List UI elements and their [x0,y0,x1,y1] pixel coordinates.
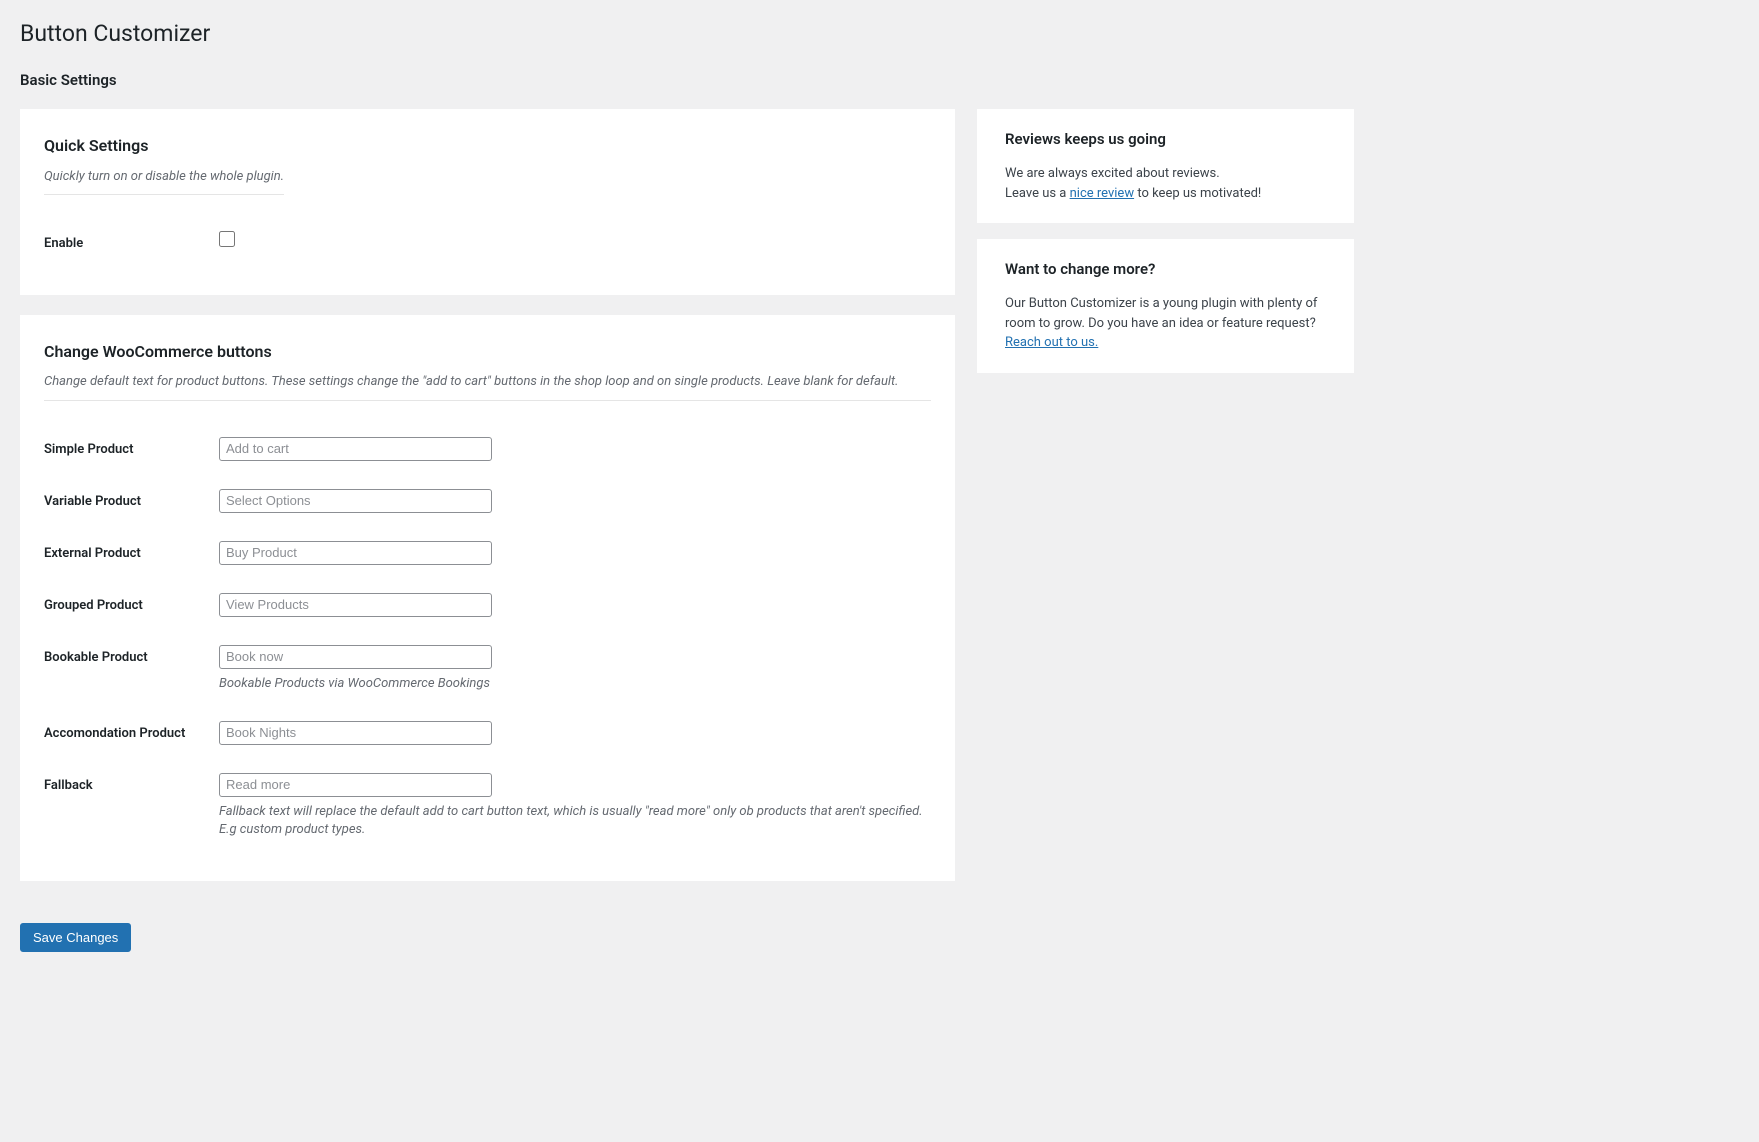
bookable-product-label: Bookable Product [44,645,219,667]
accommodation-product-input[interactable] [219,721,492,745]
variable-product-input[interactable] [219,489,492,513]
enable-label: Enable [44,231,219,253]
bookable-help-text: Bookable Products via WooCommerce Bookin… [219,675,931,693]
variable-product-label: Variable Product [44,489,219,511]
reach-out-link[interactable]: Reach out to us. [1005,335,1098,350]
nice-review-link[interactable]: nice review [1070,186,1134,201]
reviews-line2-prefix: Leave us a [1005,186,1070,201]
change-more-card: Want to change more? Our Button Customiz… [977,239,1354,373]
change-more-text: Our Button Customizer is a young plugin … [1005,296,1317,331]
woo-buttons-title: Change WooCommerce buttons [44,341,931,363]
section-heading: Basic Settings [20,70,1739,91]
grouped-product-label: Grouped Product [44,593,219,615]
bookable-product-input[interactable] [219,645,492,669]
reviews-line2-suffix: to keep us motivated! [1134,186,1261,201]
quick-settings-card: Quick Settings Quickly turn on or disabl… [20,109,955,295]
quick-settings-subtitle: Quickly turn on or disable the whole plu… [44,168,284,195]
reviews-card: Reviews keeps us going We are always exc… [977,109,1354,223]
page-title: Button Customizer [20,18,1739,50]
fallback-input[interactable] [219,773,492,797]
simple-product-label: Simple Product [44,437,219,459]
external-product-label: External Product [44,541,219,563]
simple-product-input[interactable] [219,437,492,461]
quick-settings-title: Quick Settings [44,135,931,157]
change-more-title: Want to change more? [1005,259,1326,280]
woo-buttons-card: Change WooCommerce buttons Change defaul… [20,315,955,881]
woo-buttons-subtitle: Change default text for product buttons.… [44,373,931,400]
accommodation-product-label: Accomondation Product [44,721,219,743]
reviews-title: Reviews keeps us going [1005,129,1326,150]
fallback-label: Fallback [44,773,219,795]
save-changes-button[interactable]: Save Changes [20,923,131,952]
reviews-line1: We are always excited about reviews. [1005,166,1220,181]
grouped-product-input[interactable] [219,593,492,617]
fallback-help-text: Fallback text will replace the default a… [219,803,931,839]
external-product-input[interactable] [219,541,492,565]
enable-checkbox[interactable] [219,231,235,247]
